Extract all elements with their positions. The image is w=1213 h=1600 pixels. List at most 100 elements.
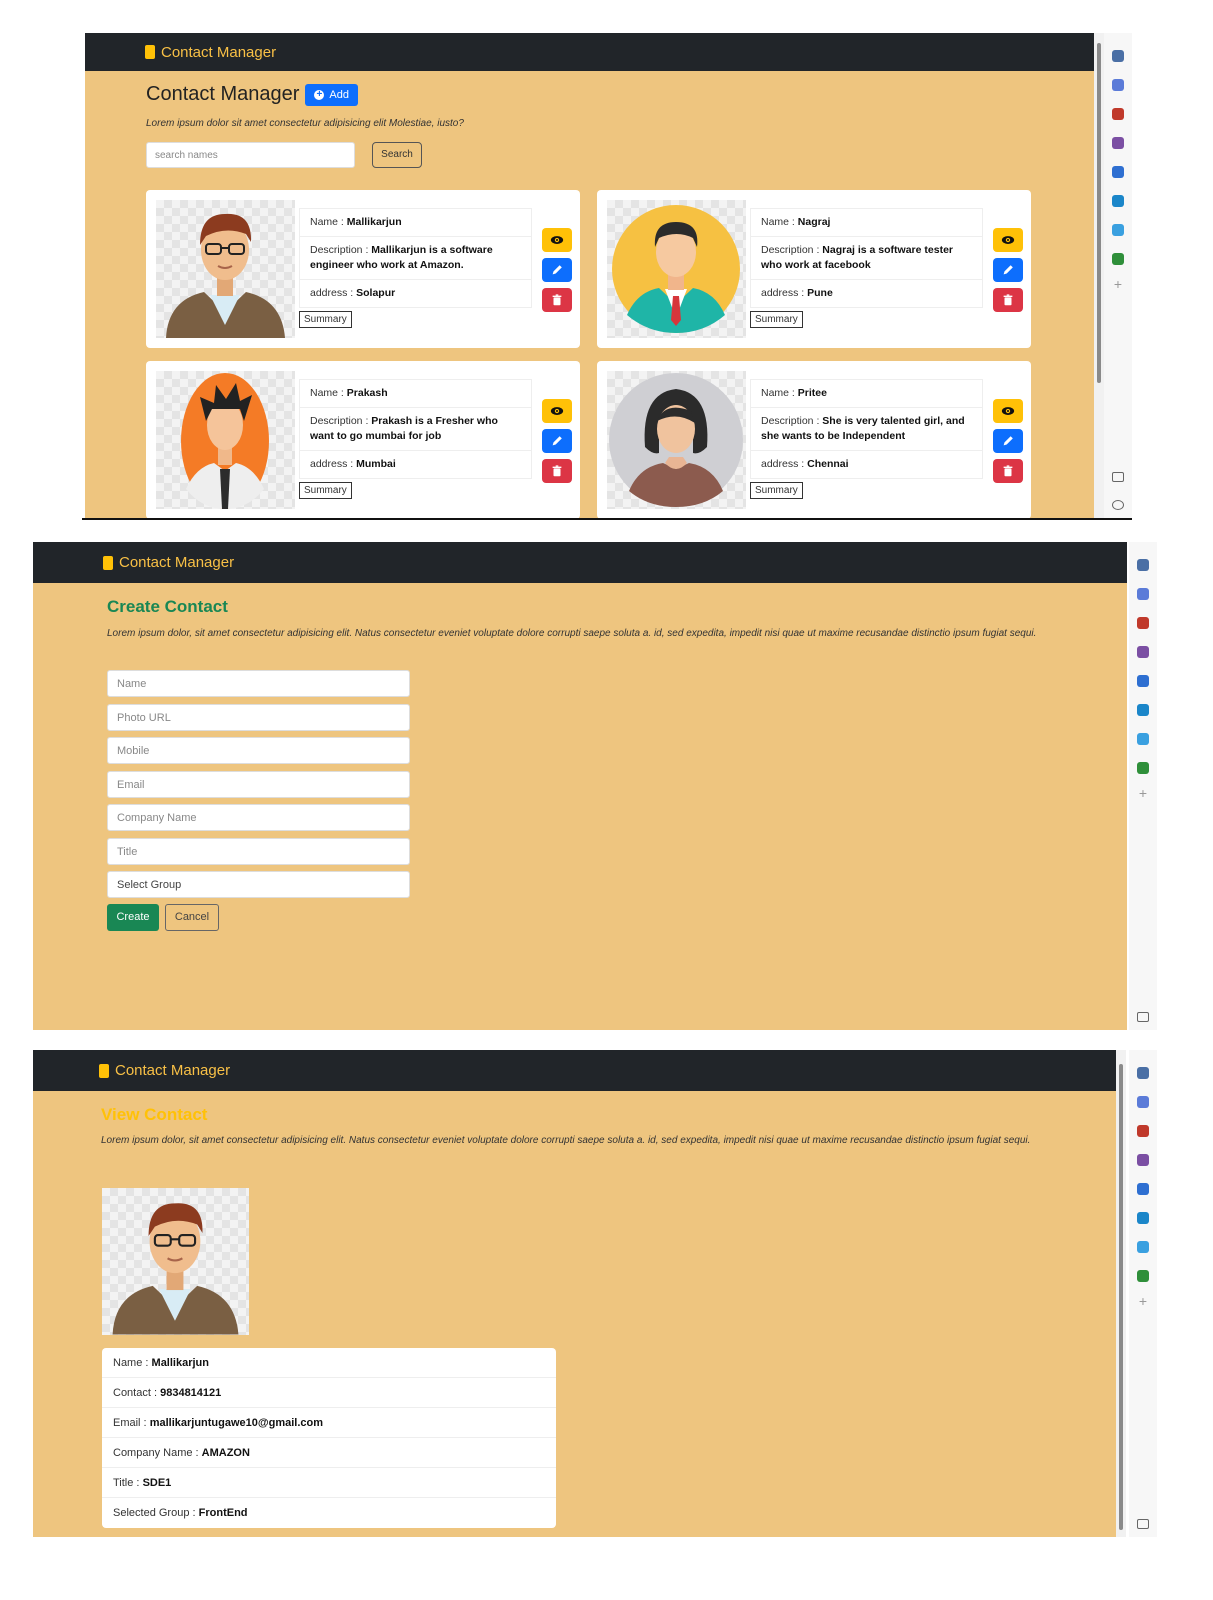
sidebar-toggle-icon[interactable] <box>1112 472 1124 482</box>
add-contact-button[interactable]: + Add <box>305 83 358 106</box>
contact-list-screen: Contact Manager Contact Manager + Add Lo… <box>85 33 1094 518</box>
office-icon[interactable] <box>1137 675 1149 687</box>
navbar-brand[interactable]: Contact Manager <box>99 1062 230 1079</box>
group-select[interactable]: Select Group <box>107 871 410 898</box>
toolbox-icon[interactable] <box>1112 108 1124 120</box>
eye-icon <box>550 404 564 418</box>
edit-button[interactable] <box>993 258 1023 282</box>
people-icon[interactable] <box>1112 137 1124 149</box>
delete-button[interactable] <box>542 459 572 483</box>
contact-card: Name : Nagraj Description : Nagraj is a … <box>597 190 1031 348</box>
tree-icon[interactable] <box>1137 762 1149 774</box>
add-icon[interactable]: + <box>1139 1294 1147 1308</box>
title-input[interactable]: Title <box>107 838 410 865</box>
contact-description-row: Description : Prakash is a Fresher who w… <box>300 408 531 451</box>
view-button[interactable] <box>542 399 572 423</box>
scrollbar-thumb[interactable] <box>1097 43 1101 383</box>
office-icon[interactable] <box>1112 166 1124 178</box>
outlook-icon[interactable] <box>1137 1212 1149 1224</box>
eye-icon <box>550 233 564 247</box>
edit-button[interactable] <box>993 429 1023 453</box>
toolbox-icon[interactable] <box>1137 617 1149 629</box>
create-contact-screen: Contact Manager Create Contact Lorem ips… <box>33 542 1127 1030</box>
address-book-icon <box>103 555 113 570</box>
settings-icon[interactable] <box>1112 500 1124 510</box>
contact-card: Name : Pritee Description : She is very … <box>597 361 1031 518</box>
contact-photo <box>102 1188 249 1335</box>
sidebar-toggle-icon[interactable] <box>1137 1012 1149 1022</box>
cancel-button[interactable]: Cancel <box>165 904 219 931</box>
contact-address-row: address : Mumbai <box>310 458 396 470</box>
contact-details: Name : Mallikarjun Contact : 9834814121 … <box>102 1348 556 1528</box>
search-icon[interactable] <box>1137 1067 1149 1079</box>
summary-button[interactable]: Summary <box>750 482 803 499</box>
trash-icon <box>550 293 564 307</box>
people-icon[interactable] <box>1137 1154 1149 1166</box>
pen-icon <box>550 263 564 277</box>
create-button[interactable]: Create <box>107 904 159 931</box>
navbar: Contact Manager <box>85 33 1094 71</box>
pen-icon <box>1001 263 1015 277</box>
delete-button[interactable] <box>993 288 1023 312</box>
navbar-brand[interactable]: Contact Manager <box>103 554 234 571</box>
pen-icon <box>1001 434 1015 448</box>
contact-name-row: Name : Mallikarjun <box>300 209 531 237</box>
name-input[interactable]: Name <box>107 670 410 697</box>
tree-icon[interactable] <box>1137 1270 1149 1282</box>
add-icon[interactable]: + <box>1139 786 1147 800</box>
tag-icon[interactable] <box>1112 79 1124 91</box>
search-button[interactable]: Search <box>372 142 422 168</box>
brand-label: Contact Manager <box>115 1062 231 1079</box>
scrollbar[interactable] <box>1116 1050 1126 1537</box>
edit-button[interactable] <box>542 429 572 453</box>
contact-address-row: address : Pune <box>761 287 833 299</box>
contact-address-row: address : Solapur <box>310 287 396 299</box>
tag-icon[interactable] <box>1137 1096 1149 1108</box>
view-button[interactable] <box>993 228 1023 252</box>
contact-info: Name : Prakash Description : Prakash is … <box>299 379 532 479</box>
tag-icon[interactable] <box>1137 588 1149 600</box>
outlook-icon[interactable] <box>1137 704 1149 716</box>
summary-button[interactable]: Summary <box>299 311 352 328</box>
scrollbar[interactable] <box>1094 33 1104 518</box>
summary-button[interactable]: Summary <box>750 311 803 328</box>
send-icon[interactable] <box>1137 733 1149 745</box>
mobile-input[interactable]: Mobile <box>107 737 410 764</box>
delete-button[interactable] <box>993 459 1023 483</box>
trash-icon <box>550 464 564 478</box>
office-icon[interactable] <box>1137 1183 1149 1195</box>
contact-name-row: Name : Prakash <box>300 380 531 408</box>
send-icon[interactable] <box>1137 1241 1149 1253</box>
outlook-icon[interactable] <box>1112 195 1124 207</box>
detail-group: Selected Group : FrontEnd <box>113 1507 248 1519</box>
detail-company: Company Name : AMAZON <box>102 1438 556 1468</box>
company-name-input[interactable]: Company Name <box>107 804 410 831</box>
add-icon[interactable]: + <box>1114 277 1122 291</box>
view-button[interactable] <box>993 399 1023 423</box>
search-icon[interactable] <box>1112 50 1124 62</box>
view-button[interactable] <box>542 228 572 252</box>
contact-info: Name : Nagraj Description : Nagraj is a … <box>750 208 983 308</box>
scrollbar-thumb[interactable] <box>1119 1064 1123 1530</box>
sidebar-toggle-icon[interactable] <box>1137 1519 1149 1529</box>
send-icon[interactable] <box>1112 224 1124 236</box>
brand-label: Contact Manager <box>119 554 235 571</box>
browser-sidebar: + <box>1129 542 1157 1030</box>
navbar-brand[interactable]: Contact Manager <box>145 44 276 61</box>
search-icon[interactable] <box>1137 559 1149 571</box>
email-input[interactable]: Email <box>107 771 410 798</box>
delete-button[interactable] <box>542 288 572 312</box>
photo-url-input[interactable]: Photo URL <box>107 704 410 731</box>
contact-info: Name : Pritee Description : She is very … <box>750 379 983 479</box>
contact-card: Name : Prakash Description : Prakash is … <box>146 361 580 518</box>
people-icon[interactable] <box>1137 646 1149 658</box>
edit-button[interactable] <box>542 258 572 282</box>
toolbox-icon[interactable] <box>1137 1125 1149 1137</box>
tree-icon[interactable] <box>1112 253 1124 265</box>
page-title: Create Contact <box>107 597 228 616</box>
search-input[interactable]: search names <box>146 142 355 168</box>
summary-button[interactable]: Summary <box>299 482 352 499</box>
view-contact-screen: Contact Manager View Contact Lorem ipsum… <box>33 1050 1116 1537</box>
navbar: Contact Manager <box>33 542 1127 583</box>
page-description: Lorem ipsum dolor sit amet consectetur a… <box>146 118 464 129</box>
